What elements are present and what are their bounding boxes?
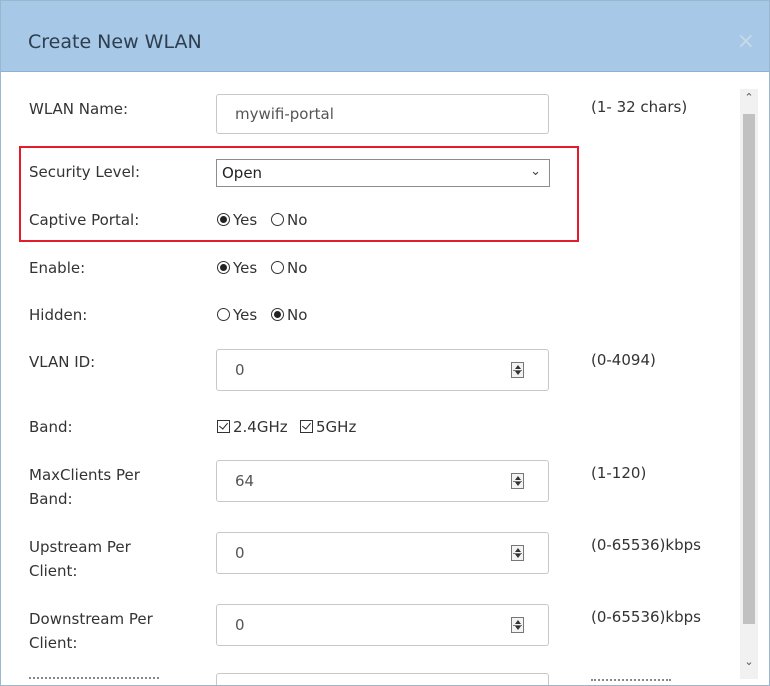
hidden-label: Hidden: (29, 306, 88, 324)
vlan-id-value: 0 (235, 361, 245, 379)
band-label: Band: (29, 418, 73, 436)
hidden-no-label: No (287, 306, 308, 324)
captive-portal-yes-option[interactable]: Yes (217, 211, 257, 229)
security-level-select[interactable]: Open ⌄ (216, 159, 550, 187)
wlan-name-hint: (1- 32 chars) (591, 98, 688, 116)
scroll-down-arrow-icon[interactable]: ⌄ (740, 655, 758, 673)
radio-selected-icon[interactable] (271, 308, 284, 321)
enable-yes-label: Yes (233, 259, 258, 277)
downstream-label-line2: Client: (29, 634, 78, 652)
upstream-value: 0 (235, 544, 245, 562)
downstream-spinner[interactable]: 0 (216, 604, 549, 646)
vlan-id-spinner[interactable]: 0 (216, 349, 549, 391)
radio-unselected-icon[interactable] (217, 308, 230, 321)
scrollbar-thumb[interactable] (743, 114, 755, 624)
upstream-label-line1: Upstream Per (29, 538, 131, 556)
radio-selected-icon[interactable] (217, 261, 230, 274)
enable-yes-option[interactable]: Yes (217, 259, 257, 277)
dialog-title: Create New WLAN (28, 31, 202, 53)
spinner-arrows-icon[interactable] (511, 545, 524, 561)
vlan-id-label: VLAN ID: (29, 353, 96, 371)
next-row-input-partial[interactable] (216, 673, 549, 685)
max-clients-label-line1: MaxClients Per (29, 466, 140, 484)
checkbox-checked-icon[interactable] (300, 420, 313, 433)
radio-selected-icon[interactable] (217, 213, 230, 226)
enable-label: Enable: (29, 259, 86, 277)
max-clients-label-line2: Band: (29, 490, 73, 508)
hidden-yes-label: Yes (233, 306, 258, 324)
max-clients-value: 64 (235, 472, 255, 490)
spinner-arrows-icon[interactable] (511, 617, 524, 633)
downstream-hint: (0-65536)kbps (591, 608, 701, 626)
upstream-spinner[interactable]: 0 (216, 532, 549, 574)
wlan-name-label: WLAN Name: (29, 100, 129, 118)
spinner-arrows-icon[interactable] (511, 362, 524, 378)
chevron-down-icon: ⌄ (530, 164, 541, 179)
dialog-header: Create New WLAN × (1, 1, 769, 72)
upstream-label-line2: Client: (29, 562, 78, 580)
downstream-label-line1: Downstream Per (29, 610, 153, 628)
hidden-no-option[interactable]: No (271, 306, 307, 324)
captive-portal-no-label: No (287, 211, 308, 229)
downstream-value: 0 (235, 616, 245, 634)
close-icon[interactable]: × (737, 29, 755, 54)
hidden-yes-option[interactable]: Yes (217, 306, 257, 324)
band-2-4ghz-label: 2.4GHz (233, 418, 288, 436)
captive-portal-label: Captive Portal: (29, 211, 140, 229)
radio-unselected-icon[interactable] (271, 261, 284, 274)
upstream-hint: (0-65536)kbps (591, 536, 701, 554)
wlan-name-input[interactable] (216, 94, 549, 134)
checkbox-checked-icon[interactable] (217, 420, 230, 433)
security-level-label: Security Level: (29, 163, 141, 181)
scroll-up-arrow-icon[interactable]: ⌃ (740, 91, 758, 109)
security-level-value: Open (222, 164, 263, 182)
enable-no-option[interactable]: No (271, 259, 307, 277)
vlan-id-hint: (0-4094) (591, 351, 656, 369)
band-5ghz-option[interactable]: 5GHz (300, 418, 356, 436)
band-5ghz-label: 5GHz (316, 418, 357, 436)
spinner-arrows-icon[interactable] (511, 473, 524, 489)
max-clients-spinner[interactable]: 64 (216, 460, 549, 502)
radio-unselected-icon[interactable] (271, 213, 284, 226)
enable-no-label: No (287, 259, 308, 277)
captive-portal-no-option[interactable]: No (271, 211, 307, 229)
create-wlan-dialog: Create New WLAN × WLAN Name: (1- 32 char… (0, 0, 770, 686)
max-clients-hint: (1-120) (591, 464, 647, 482)
scrollbar[interactable]: ⌃ ⌄ (740, 89, 758, 679)
captive-portal-yes-label: Yes (233, 211, 258, 229)
band-2-4ghz-option[interactable]: 2.4GHz (217, 418, 288, 436)
